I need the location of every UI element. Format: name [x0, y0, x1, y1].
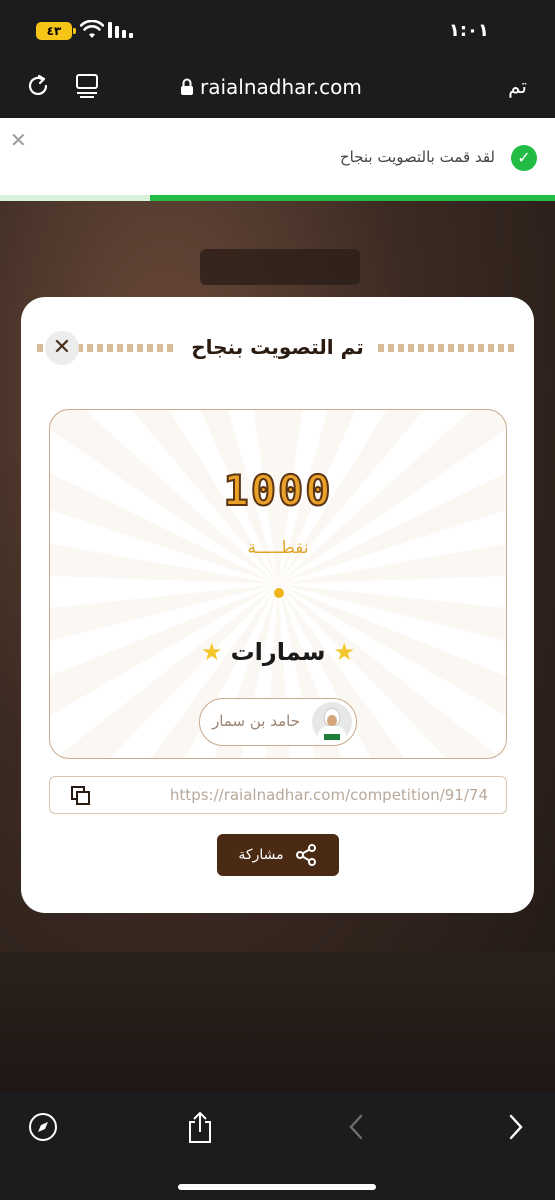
tabs-icon[interactable]: [74, 72, 100, 100]
share-button-label: مشاركة: [238, 847, 284, 863]
divider-dot: [274, 588, 284, 598]
points-label: نقطـــــة: [247, 538, 309, 558]
url-text: raialnadhar.com: [200, 75, 362, 99]
copy-icon[interactable]: [70, 785, 92, 807]
vote-result-card: 1000 نقطـــــة ★ سمارات ★ حامد بن سمار: [49, 409, 507, 759]
status-bar: ٤٣ ١:٠١: [0, 0, 555, 60]
browser-bottom-toolbar: [0, 1092, 555, 1200]
cellular-signal-icon: [108, 22, 133, 38]
background-timer: [200, 249, 360, 285]
person-chip: حامد بن سمار: [199, 698, 357, 746]
modal-title: تم التصويت بنجاح: [191, 335, 364, 359]
modal-header: ✕ تم التصويت بنجاح: [21, 327, 534, 371]
close-icon[interactable]: ✕: [10, 128, 27, 152]
reload-icon[interactable]: [24, 72, 52, 100]
points-value: 1000: [222, 465, 333, 516]
team-name: سمارات: [230, 638, 326, 666]
star-icon: ★: [333, 638, 355, 666]
browser-top-bar: ٤٣ ١:٠١ raialnadhar.com تم: [0, 0, 555, 118]
lock-icon: [181, 78, 193, 95]
share-upload-icon[interactable]: [186, 1110, 214, 1144]
notification-text: لقد قمت بالتصويت بنجاح: [339, 148, 495, 166]
home-indicator: [178, 1184, 376, 1190]
check-icon: ✓: [511, 145, 537, 171]
vote-success-modal: ✕ تم التصويت بنجاح 1000 نقطـــــة ★ سمار…: [21, 297, 534, 913]
share-link-field[interactable]: https://raialnadhar.com/competition/91/7…: [49, 776, 507, 814]
background-footer: [0, 952, 555, 1092]
share-button[interactable]: مشاركة: [217, 834, 339, 876]
star-icon: ★: [201, 638, 223, 666]
team-row: ★ سمارات ★: [50, 638, 506, 666]
compass-icon[interactable]: [28, 1112, 58, 1142]
url-field[interactable]: raialnadhar.com: [180, 74, 362, 100]
share-icon: [295, 844, 316, 866]
person-name: حامد بن سمار: [212, 712, 300, 730]
back-icon[interactable]: [346, 1112, 366, 1142]
status-time: ١:٠١: [448, 20, 489, 41]
forward-icon[interactable]: [506, 1112, 526, 1142]
address-bar: raialnadhar.com تم: [0, 62, 555, 112]
success-notification: ✕ لقد قمت بالتصويت بنجاح ✓: [0, 118, 555, 196]
wifi-icon: [80, 20, 104, 38]
battery-indicator: ٤٣: [36, 22, 76, 40]
avatar: [312, 702, 352, 742]
share-link-text: https://raialnadhar.com/competition/91/7…: [169, 786, 488, 804]
done-button[interactable]: تم: [508, 74, 527, 98]
